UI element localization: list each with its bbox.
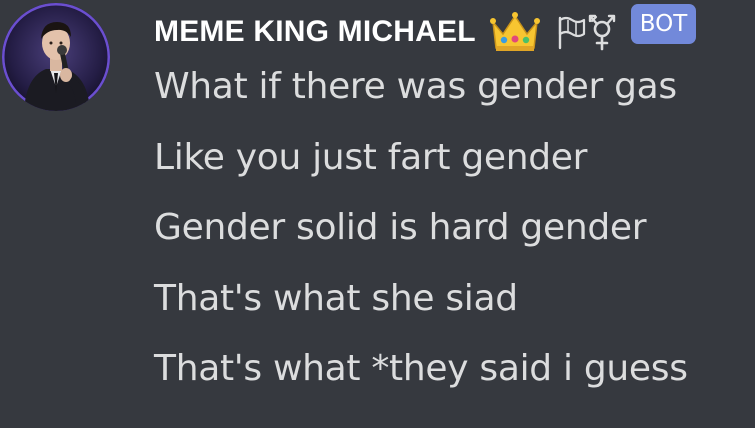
chat-message: MEME KING MICHAEL BOT What if there was … xyxy=(0,0,755,428)
crown-icon xyxy=(489,10,540,54)
message-line: What if there was gender gas xyxy=(154,66,677,107)
message-line: Like you just fart gender xyxy=(154,137,588,178)
message-line: That's what *they said i guess xyxy=(154,348,688,389)
message-line: Gender solid is hard gender xyxy=(154,207,647,248)
avatar[interactable] xyxy=(2,3,110,111)
message-line: That's what she siad xyxy=(154,278,518,319)
bot-tag: BOT xyxy=(630,4,697,44)
message-header: MEME KING MICHAEL BOT xyxy=(154,4,697,58)
transgender-symbol-icon xyxy=(587,12,617,52)
flag-icon xyxy=(556,14,586,50)
username[interactable]: MEME KING MICHAEL xyxy=(154,15,476,49)
